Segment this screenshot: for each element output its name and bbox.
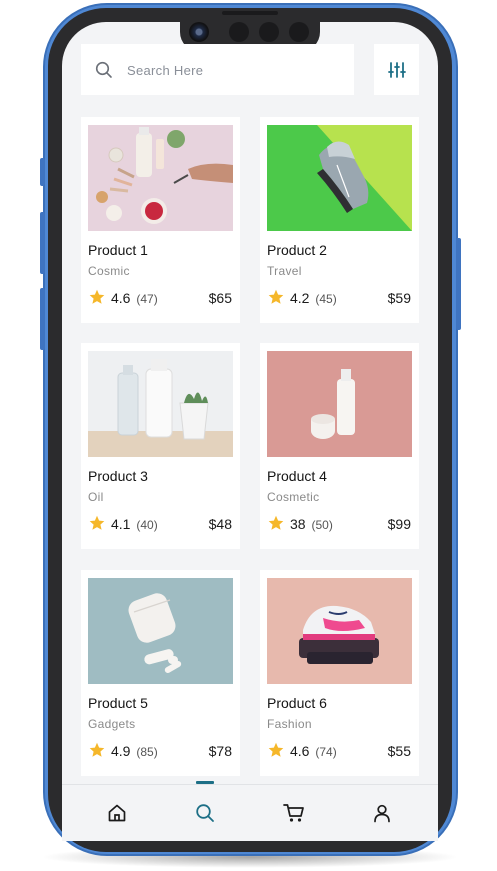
- product-price: $65: [208, 290, 232, 306]
- product-price: $55: [387, 743, 411, 759]
- volume-down-button: [40, 288, 45, 350]
- nav-profile[interactable]: [357, 785, 407, 841]
- product-rating: 38 (50): [290, 516, 333, 532]
- product-rating: 4.9 (85): [111, 743, 158, 759]
- sliders-icon: [387, 61, 406, 78]
- rating-value: 4.6: [111, 290, 131, 306]
- product-category: Gadgets: [88, 717, 136, 731]
- product-price: $59: [387, 290, 411, 306]
- rating-value: 4.6: [290, 743, 310, 759]
- front-camera: [189, 22, 209, 42]
- rating-value: 4.2: [290, 290, 310, 306]
- star-icon: [89, 742, 105, 757]
- nav-cart[interactable]: [269, 785, 319, 841]
- cart-icon: [283, 804, 304, 822]
- product-price: $78: [208, 743, 232, 759]
- product-name: Product 4: [267, 468, 327, 484]
- product-name: Product 1: [88, 242, 148, 258]
- product-category: Oil: [88, 490, 104, 504]
- product-name: Product 2: [267, 242, 327, 258]
- star-icon: [268, 742, 284, 757]
- sensor-dot: [259, 22, 279, 42]
- speaker-grille: [222, 11, 278, 15]
- product-rating: 4.6 (74): [290, 743, 337, 759]
- star-icon: [268, 515, 284, 530]
- star-icon: [89, 289, 105, 304]
- volume-up-button: [40, 212, 45, 274]
- product-image: [267, 351, 412, 457]
- product-card[interactable]: Product 5 Gadgets 4.9 (85) $78: [81, 570, 240, 776]
- product-image: [267, 125, 412, 231]
- rating-value: 4.1: [111, 516, 131, 532]
- sensor-dot: [289, 22, 309, 42]
- search-icon: [196, 804, 214, 822]
- product-name: Product 6: [267, 695, 327, 711]
- product-image: [267, 578, 412, 684]
- sensor-dot: [229, 22, 249, 42]
- search-bar[interactable]: [81, 44, 354, 97]
- product-name: Product 3: [88, 468, 148, 484]
- filter-button[interactable]: [374, 44, 419, 95]
- rating-value: 4.9: [111, 743, 131, 759]
- search-icon: [95, 61, 112, 78]
- review-count: (45): [315, 292, 337, 306]
- user-icon: [374, 804, 390, 823]
- product-category: Cosmetic: [267, 490, 320, 504]
- review-count: (50): [311, 518, 333, 532]
- product-category: Travel: [267, 264, 302, 278]
- product-rating: 4.1 (40): [111, 516, 158, 532]
- review-count: (85): [136, 745, 158, 759]
- product-price: $48: [208, 516, 232, 532]
- bottom-nav: [62, 784, 438, 841]
- search-input[interactable]: [125, 44, 349, 97]
- product-card[interactable]: Product 2 Travel 4.2 (45) $59: [260, 117, 419, 323]
- product-category: Cosmic: [88, 264, 130, 278]
- product-image: [88, 578, 233, 684]
- product-card[interactable]: Product 1 Cosmic 4.6 (47) $65: [81, 117, 240, 323]
- mute-switch: [40, 158, 45, 186]
- product-price: $99: [387, 516, 411, 532]
- product-category: Fashion: [267, 717, 312, 731]
- review-count: (47): [136, 292, 158, 306]
- nav-search[interactable]: [180, 785, 230, 841]
- review-count: (74): [315, 745, 337, 759]
- power-button: [456, 238, 461, 330]
- product-card[interactable]: Product 6 Fashion 4.6 (74) $55: [260, 570, 419, 776]
- home-icon: [108, 804, 126, 822]
- product-rating: 4.6 (47): [111, 290, 158, 306]
- product-image: [88, 351, 233, 457]
- star-icon: [268, 289, 284, 304]
- product-name: Product 5: [88, 695, 148, 711]
- product-rating: 4.2 (45): [290, 290, 337, 306]
- product-card[interactable]: Product 3 Oil 4.1 (40) $48: [81, 343, 240, 549]
- product-card[interactable]: Product 4 Cosmetic 38 (50) $99: [260, 343, 419, 549]
- review-count: (40): [136, 518, 158, 532]
- rating-value: 38: [290, 516, 306, 532]
- product-image: [88, 125, 233, 231]
- nav-home[interactable]: [92, 785, 142, 841]
- star-icon: [89, 515, 105, 530]
